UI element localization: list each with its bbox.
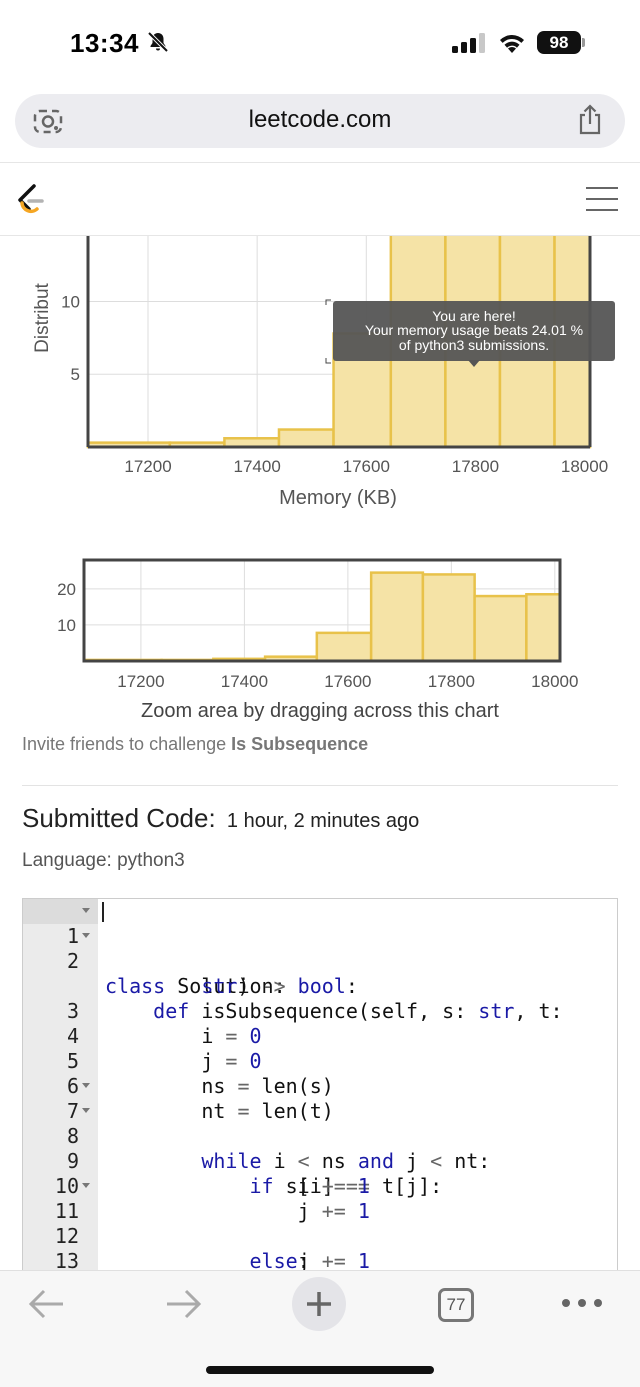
histogram-bar: [525, 593, 562, 663]
bell-muted-icon: [147, 31, 169, 53]
line-number: 13: [54, 1249, 79, 1270]
code-line: 9 i += 1: [23, 1124, 617, 1198]
y-tick-label: 10: [61, 292, 80, 311]
code-line: 10 j += 1: [23, 1149, 617, 1223]
x-tick-label: 17600: [324, 672, 371, 691]
more-options-icon[interactable]: [560, 1291, 604, 1315]
code-line-wrap: str) -> bool:: [23, 949, 617, 998]
back-arrow-icon[interactable]: [28, 1289, 66, 1319]
home-indicator: [206, 1366, 434, 1374]
histogram-bar: [277, 428, 335, 449]
tab-count-button[interactable]: 77: [438, 1288, 474, 1322]
fold-arrow-icon[interactable]: [82, 1183, 90, 1188]
y-tick-labels: 5 10: [61, 292, 80, 384]
fold-arrow-icon[interactable]: [82, 1083, 90, 1088]
cellular-signal-icon: [452, 33, 485, 53]
y-tick-label: 20: [57, 580, 76, 599]
invite-text: Invite friends to challenge Is Subsequen…: [22, 734, 368, 755]
fold-arrow-icon[interactable]: [82, 1108, 90, 1113]
code-line: 1 class Solution:: [23, 899, 617, 998]
y-tick-label: 5: [71, 365, 80, 384]
share-icon[interactable]: [575, 104, 605, 136]
code-line: 7 while i < ns and j < nt:: [23, 1074, 617, 1173]
tooltip-line-3: of python3 submissions.: [399, 337, 549, 353]
submitted-time-ago: 1 hour, 2 minutes ago: [226, 810, 420, 832]
fold-arrow-icon[interactable]: [82, 933, 90, 938]
code-line: 3 i = 0: [23, 974, 617, 1048]
status-bar: 13:34 98: [0, 0, 640, 88]
tooltip: You are here! Your memory usage beats 24…: [325, 299, 615, 367]
x-tick-label: 18000: [561, 457, 608, 476]
code-editor[interactable]: 1 class Solution: 2 def isSubsequence(se…: [22, 898, 618, 1270]
site-header: [0, 162, 640, 236]
navigator-bars: [82, 571, 562, 663]
tooltip-line-2: Your memory usage beats 24.01 %: [365, 322, 583, 338]
x-tick-labels: 17200 17400 17600 17800 18000: [124, 457, 608, 476]
wifi-icon: [500, 35, 524, 53]
histogram-bar: [315, 631, 373, 663]
code-line: 13 return i == ns: [23, 1224, 617, 1270]
battery-indicator: 98: [537, 31, 581, 54]
histogram-bar: [473, 594, 528, 663]
x-tick-label: 17400: [234, 457, 281, 476]
memory-distribution-chart[interactable]: 17200 17400 17600 17800 18000 510 Distribut …: [0, 236, 640, 516]
y-axis-label: Distribut: [32, 282, 53, 352]
plus-icon: [307, 1292, 331, 1316]
tooltip-corner-mark: [325, 299, 331, 364]
url-text[interactable]: leetcode.com: [15, 106, 625, 134]
code-line: 5 ns = len(s): [23, 1024, 617, 1098]
new-tab-button[interactable]: [292, 1277, 346, 1331]
x-tick-label: 17200: [117, 672, 164, 691]
x-tick-label: 17400: [221, 672, 268, 691]
language-label: Language: python3: [22, 850, 185, 871]
navigator-y-tick-labels: 10 20: [57, 580, 76, 635]
x-tick-label: 17600: [343, 457, 390, 476]
histogram-bar: [369, 571, 425, 663]
battery-tip: [582, 38, 585, 47]
submitted-code-heading: Submitted Code: 1 hour, 2 minutes ago: [22, 803, 419, 834]
code-line: 2 def isSubsequence(self, s: str, t:: [23, 924, 617, 1023]
zoom-navigator-chart[interactable]: 17200 17400 17600 17800 18000 10 20: [0, 550, 640, 700]
code-text: j += 1: [297, 1249, 370, 1270]
x-tick-label: 17200: [124, 457, 171, 476]
x-tick-label: 17800: [452, 457, 499, 476]
fold-arrow-icon[interactable]: [82, 908, 90, 913]
code-line: 4 j = 0: [23, 999, 617, 1073]
status-time: 13:34: [70, 28, 139, 58]
histogram-bar: [421, 573, 476, 663]
x-tick-label: 18000: [531, 672, 578, 691]
forward-arrow-icon[interactable]: [164, 1289, 202, 1319]
y-tick-label: 10: [57, 616, 76, 635]
leetcode-logo-icon[interactable]: [14, 183, 48, 219]
code-line: 11 else:: [23, 1174, 617, 1270]
section-divider: [22, 785, 618, 786]
hamburger-menu-icon[interactable]: [586, 185, 618, 213]
navigator-x-tick-labels: 17200 17400 17600 17800 18000: [117, 672, 578, 691]
code-line: 12 j += 1: [23, 1199, 617, 1270]
code-line: 6 nt = len(t): [23, 1049, 617, 1123]
x-axis-label: Memory (KB): [279, 487, 397, 509]
code-line: 8 if s[i] == t[j]:: [23, 1099, 617, 1198]
zoom-hint: Zoom area by dragging across this chart: [141, 700, 499, 722]
x-tick-label: 17800: [428, 672, 475, 691]
address-bar[interactable]: leetcode.com: [15, 94, 625, 148]
invite-prefix: Invite friends to challenge: [22, 734, 232, 754]
submitted-label: Submitted Code:: [22, 803, 216, 833]
invite-problem-link[interactable]: Is Subsequence: [231, 734, 368, 754]
